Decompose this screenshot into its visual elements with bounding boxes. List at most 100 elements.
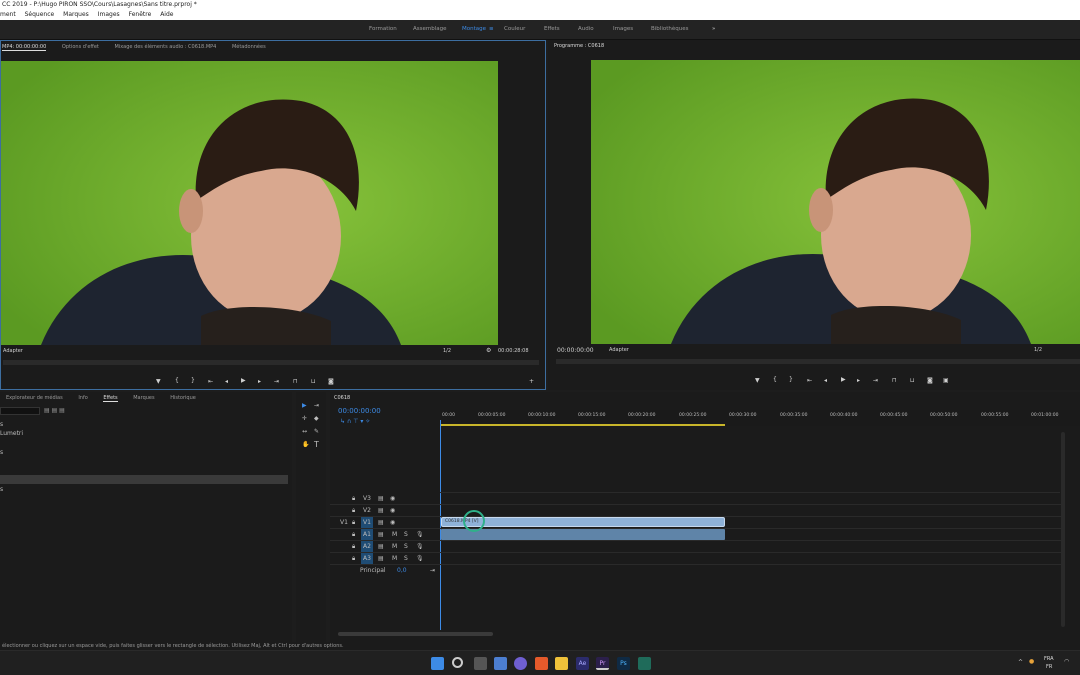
language-indicator[interactable]: FRA — [1044, 656, 1054, 662]
overwrite-icon[interactable]: ⊔ — [311, 378, 316, 385]
tab-program[interactable]: Programme : C0618 — [554, 43, 604, 49]
text-tool-icon[interactable]: T — [314, 440, 319, 449]
windows-start-icon[interactable] — [431, 657, 444, 670]
mark-in-icon[interactable]: { — [175, 377, 179, 384]
lock-icon[interactable]: 🔒︎ — [352, 495, 355, 503]
brave-browser-icon[interactable] — [535, 657, 548, 670]
add-marker-icon[interactable]: ▼ — [156, 378, 161, 385]
sync-icon[interactable]: ▤ — [378, 543, 384, 550]
sync-icon[interactable]: ▤ — [378, 555, 384, 562]
tab-markers[interactable]: Marques — [133, 395, 154, 401]
tab-metadata[interactable]: Métadonnées — [232, 44, 266, 50]
premiere-pro-icon[interactable]: Pr — [596, 657, 609, 670]
lock-icon[interactable]: 🔒︎ — [352, 507, 355, 515]
program-scrubber[interactable] — [556, 359, 1080, 364]
workspace-effets[interactable]: Effets — [544, 26, 560, 32]
solo-button[interactable]: S — [404, 543, 408, 550]
audio-clip[interactable] — [441, 529, 725, 540]
go-to-out-icon[interactable]: ⇥ — [274, 378, 279, 385]
camera-icon[interactable]: ◙ — [927, 377, 933, 384]
add-button-icon[interactable]: + — [529, 378, 534, 385]
mute-button[interactable]: M — [392, 555, 397, 562]
tab-info[interactable]: Info — [78, 395, 87, 401]
go-to-end-icon[interactable]: ⇥ — [430, 567, 435, 574]
eye-icon[interactable]: ◉ — [390, 507, 395, 514]
source-resolution-select[interactable]: 1/2 — [443, 348, 451, 354]
track-select-icon[interactable]: ⇥ — [314, 402, 319, 409]
more-workspaces-icon[interactable]: » — [712, 26, 715, 32]
app-icon[interactable] — [638, 657, 651, 670]
menu-item-images[interactable]: Images — [98, 11, 120, 18]
play-icon[interactable]: ▶ — [241, 377, 246, 384]
mic-icon[interactable]: 🎙︎ — [416, 531, 424, 538]
compare-icon[interactable]: ▣ — [943, 377, 949, 384]
vertical-scrollbar[interactable] — [1061, 432, 1065, 627]
source-scrubber[interactable] — [3, 360, 539, 365]
eye-icon[interactable]: ◉ — [390, 519, 395, 526]
step-back-icon[interactable]: ◂ — [824, 377, 827, 384]
widgets-icon[interactable] — [494, 657, 507, 670]
sync-icon[interactable]: ▤ — [378, 531, 384, 538]
timeline-timecode[interactable]: 00:00:00:00 — [338, 407, 381, 415]
chevron-up-icon[interactable]: ^ — [1018, 659, 1023, 666]
source-video-frame[interactable] — [1, 61, 498, 345]
step-back-icon[interactable]: ◂ — [225, 378, 228, 385]
hand-icon[interactable]: ✋ — [302, 441, 309, 448]
program-fit-select[interactable]: Adapter — [609, 347, 629, 353]
lift-icon[interactable]: ⊓ — [892, 377, 897, 384]
wifi-icon[interactable]: ◠ — [1064, 658, 1069, 665]
workspace-formation[interactable]: Formation — [369, 26, 397, 32]
program-resolution-select[interactable]: 1/2 — [1034, 347, 1042, 353]
eye-icon[interactable]: ◉ — [390, 495, 395, 502]
menu-item[interactable]: ment — [0, 11, 16, 18]
tab-audio-mixer[interactable]: Mixage des éléments audio : C0618.MP4 — [114, 44, 216, 50]
master-volume[interactable]: 0,0 — [397, 567, 407, 574]
slip-icon[interactable]: ↔ — [302, 428, 307, 435]
after-effects-icon[interactable]: Ae — [576, 657, 589, 670]
sync-icon[interactable]: ▤ — [378, 495, 384, 502]
program-timecode[interactable]: 00:00:00:00 — [557, 347, 594, 354]
mark-out-icon[interactable]: } — [191, 377, 195, 384]
go-to-in-icon[interactable]: ⇤ — [208, 378, 213, 385]
camera-icon[interactable]: ◙ — [328, 378, 334, 385]
mark-out-icon[interactable]: } — [789, 376, 793, 383]
workspace-bibliotheques[interactable]: Bibliothèques — [651, 26, 688, 32]
tab-effects[interactable]: Effets — [103, 395, 118, 402]
solo-button[interactable]: S — [404, 531, 408, 538]
extract-icon[interactable]: ⊔ — [910, 377, 915, 384]
tab-source[interactable]: MP4: 00:00:00:00 — [2, 44, 47, 51]
list-item[interactable]: s — [0, 449, 3, 456]
mark-in-icon[interactable]: { — [773, 376, 777, 383]
razor-icon[interactable]: ◆ — [314, 415, 319, 422]
effects-search-input[interactable] — [0, 407, 40, 415]
time-ruler[interactable]: 00:00 00:00:05:00 00:00:10:00 00:00:15:0… — [440, 410, 1080, 426]
tab-media-browser[interactable]: Explorateur de médias — [6, 395, 63, 401]
search-icon[interactable] — [452, 657, 463, 668]
task-view-icon[interactable] — [474, 657, 487, 670]
menu-item-sequence[interactable]: Séquence — [25, 11, 55, 18]
workspace-couleur[interactable]: Couleur — [504, 26, 525, 32]
mute-button[interactable]: M — [392, 531, 397, 538]
source-patch[interactable]: V1 — [340, 519, 348, 526]
menu-item-aide[interactable]: Aide — [160, 11, 173, 18]
list-item[interactable]: s — [0, 421, 3, 428]
photoshop-icon[interactable]: Ps — [617, 657, 630, 670]
lock-icon[interactable]: 🔒︎ — [352, 555, 355, 563]
list-item-lumetri[interactable]: Lumetri — [0, 430, 23, 437]
pen-icon[interactable]: ✎ — [314, 428, 319, 435]
play-icon[interactable]: ▶ — [841, 376, 846, 383]
snap-icon[interactable]: ↳ ∩ ⊤ ▾ ✧ — [340, 418, 370, 425]
solo-button[interactable]: S — [404, 555, 408, 562]
lock-icon[interactable]: 🔒︎ — [352, 543, 355, 551]
add-marker-icon[interactable]: ▼ — [755, 377, 760, 384]
mic-icon[interactable]: 🎙︎ — [416, 555, 424, 562]
selection-tool-icon[interactable]: ▶ — [302, 402, 307, 409]
mute-button[interactable]: M — [392, 543, 397, 550]
step-forward-icon[interactable]: ▸ — [857, 377, 860, 384]
go-to-out-icon[interactable]: ⇥ — [873, 377, 878, 384]
folder-icon[interactable]: ▤ ▤ ▤ — [44, 407, 65, 414]
selected-row[interactable] — [0, 475, 288, 484]
go-to-in-icon[interactable]: ⇤ — [807, 377, 812, 384]
horizontal-zoom-scrollbar[interactable] — [338, 632, 493, 636]
tab-sequence[interactable]: C0618 — [334, 395, 350, 401]
